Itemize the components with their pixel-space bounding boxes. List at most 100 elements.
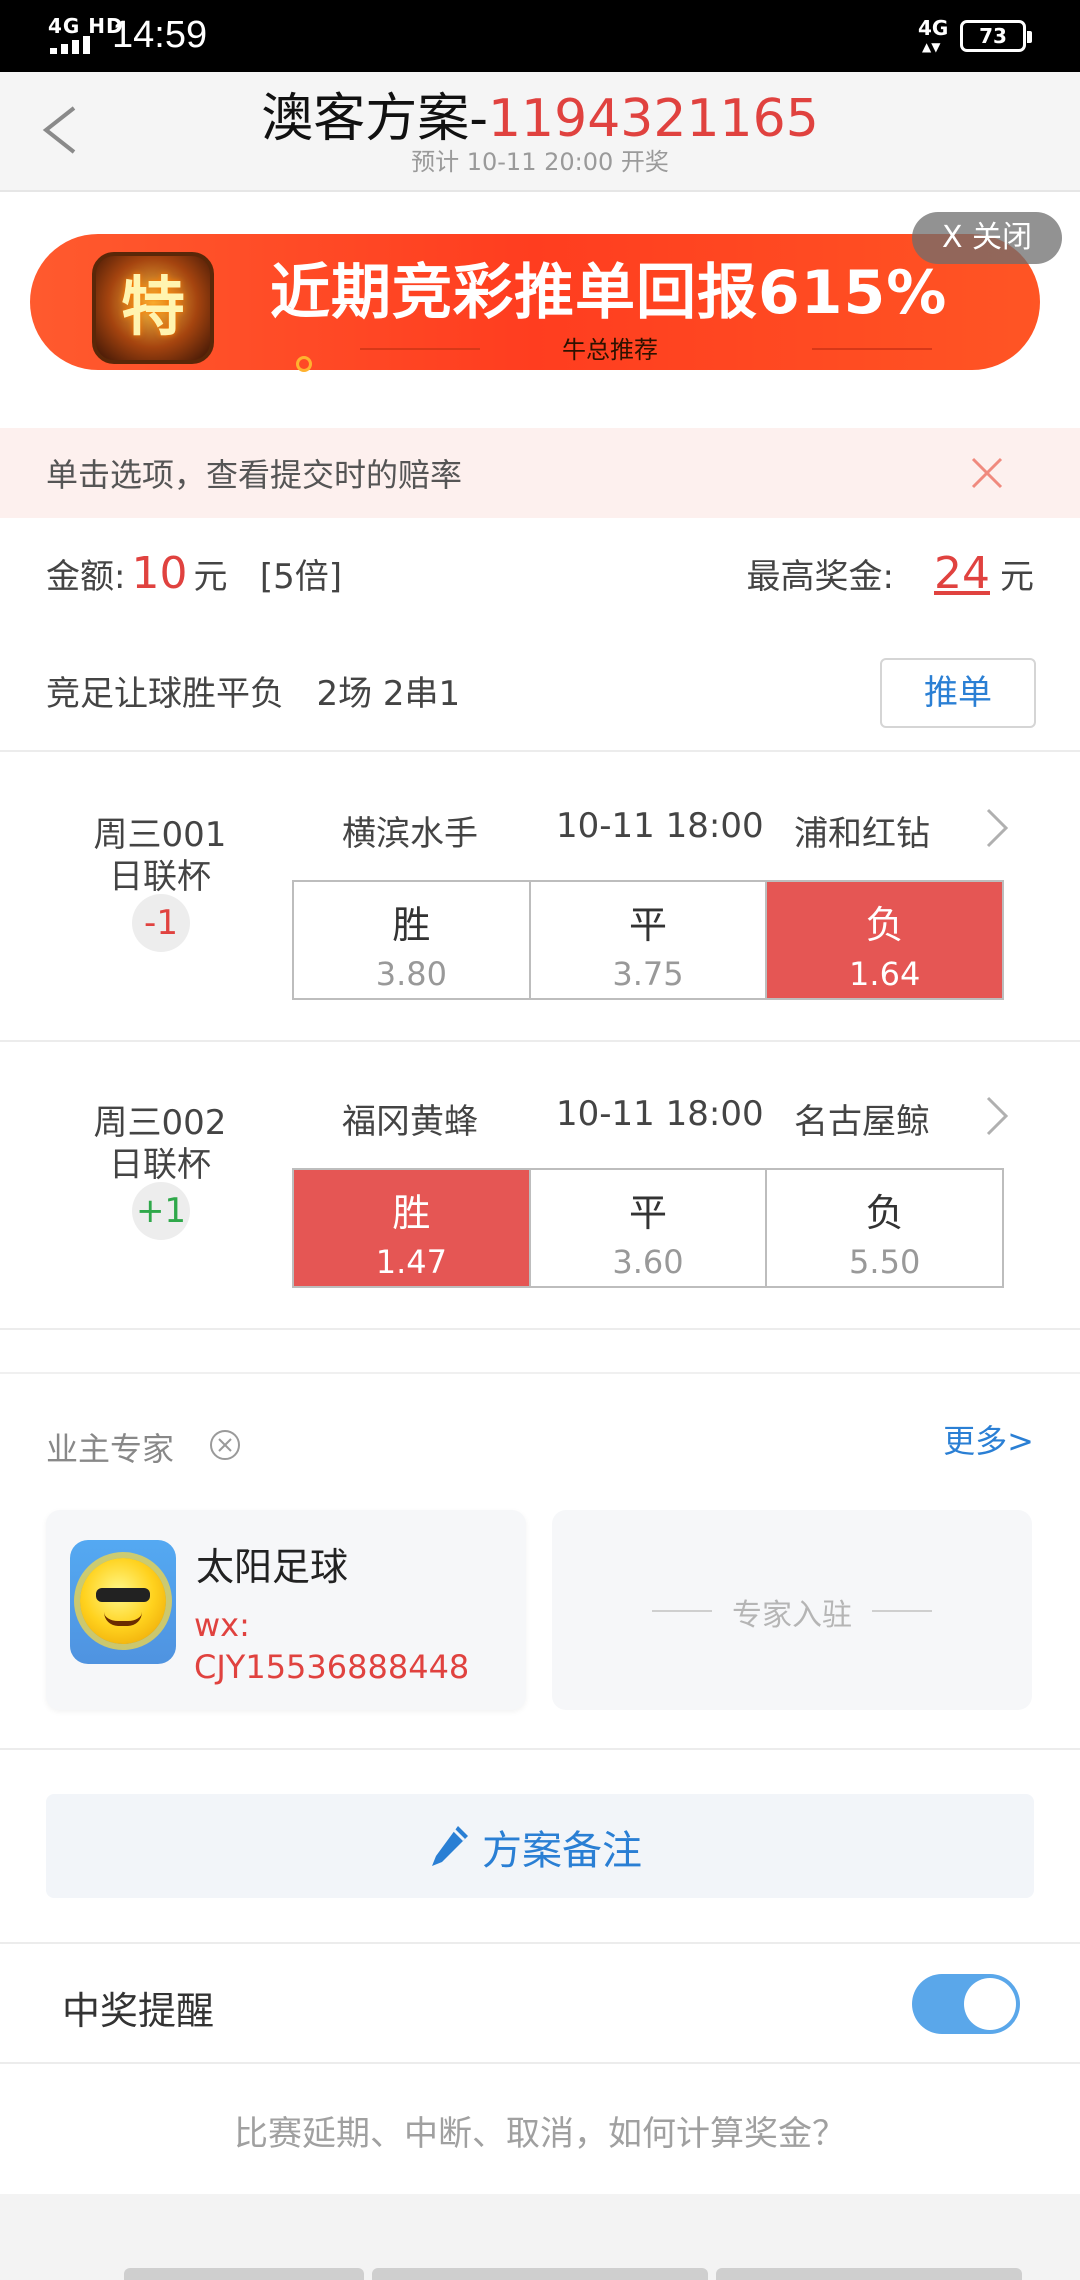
close-icon[interactable] xyxy=(970,456,1004,490)
away-team: 名古屋鲸 xyxy=(794,1102,930,1142)
faq-link[interactable]: 比赛延期、中断、取消，如何计算奖金？ xyxy=(0,2106,1080,2155)
clock: 14:59 xyxy=(112,14,208,56)
match-time: 10-11 18:00 xyxy=(556,1094,764,1134)
match-card: 周三001 日联杯 -1 横滨水手 10-11 18:00 浦和红钻 胜 3.80… xyxy=(0,754,1080,1042)
sunglasses xyxy=(96,1588,150,1602)
option-lose[interactable]: 负 5.50 xyxy=(767,1170,1003,1286)
away-team: 浦和红钻 xyxy=(794,814,930,854)
banner-subtitle: 牛总推荐 xyxy=(562,336,658,364)
signal-icon xyxy=(50,36,96,54)
expert-name: 太阳足球 xyxy=(196,1545,349,1589)
option-win[interactable]: 胜 3.80 xyxy=(294,882,531,998)
option-draw[interactable]: 平 3.75 xyxy=(530,882,768,998)
option-label: 平 xyxy=(629,903,668,947)
title-prefix: 澳客方案- xyxy=(261,89,488,149)
pencil-icon xyxy=(432,1826,468,1866)
odds-options: 胜 3.80 平 3.75 负 1.64 xyxy=(292,880,1004,1000)
win-reminder-toggle[interactable] xyxy=(912,1974,1020,2034)
option-label: 胜 xyxy=(392,1191,431,1235)
play-type-detail: 2场 2串1 xyxy=(316,674,461,714)
top-nav-bar: 澳客方案-1194321165 预计 10-11 20:00 开奖 xyxy=(0,72,1080,192)
page-title: 澳客方案-1194321165 xyxy=(0,76,1080,151)
league-name: 日联杯 xyxy=(109,857,211,897)
close-circle-icon[interactable] xyxy=(208,1428,242,1462)
banner-close-button[interactable]: X 关闭 xyxy=(912,212,1062,264)
amount-row: 金额: 10 元 [5倍] 最高奖金: 24 元 xyxy=(0,518,1080,634)
wx-label: wx: xyxy=(194,1606,250,1644)
option-draw[interactable]: 平 3.60 xyxy=(530,1170,768,1286)
toggle-knob xyxy=(964,1978,1016,2030)
more-experts-link[interactable]: 更多> xyxy=(943,1416,1034,1462)
option-odds: 1.47 xyxy=(375,1243,447,1281)
win-reminder-label: 中奖提醒 xyxy=(62,1989,215,2033)
match-info: 福冈黄蜂 10-11 18:00 名古屋鲸 xyxy=(290,1094,990,1144)
expert-section: 业主专家 更多> 太阳足球 wx: CJY15536888448 专家入驻 xyxy=(0,1376,1080,1750)
option-label: 负 xyxy=(865,1191,904,1235)
remark-section: 方案备注 xyxy=(0,1752,1080,1944)
option-odds: 3.80 xyxy=(375,955,447,993)
play-type-row: 竞足让球胜平负 2场 2串1 推单 xyxy=(0,634,1080,752)
avatar xyxy=(70,1540,176,1664)
tip-bar: 单击选项，查看提交时的赔率 xyxy=(0,428,1080,518)
match-code: 周三002 xyxy=(93,1103,227,1143)
banner-headline: 近期竞彩推单回报615% xyxy=(270,258,948,328)
mobile-data-label: 4G xyxy=(918,16,949,40)
max-prize-label: 最高奖金: xyxy=(746,557,894,597)
chevron-right-icon[interactable] xyxy=(984,806,1010,850)
amount-unit: 元 xyxy=(193,557,228,597)
tip-text: 单击选项，查看提交时的赔率 xyxy=(46,456,463,494)
amount-label: 金额: xyxy=(46,557,126,597)
banner-logo: 特 xyxy=(92,252,214,364)
wx-id: CJY15536888448 xyxy=(194,1648,470,1686)
faq-row: 比赛延期、中断、取消，如何计算奖金？ xyxy=(0,2066,1080,2194)
scheme-id: 1194321165 xyxy=(487,89,819,149)
remark-label: 方案备注 xyxy=(482,1828,642,1874)
sun-avatar-icon xyxy=(80,1558,166,1644)
option-odds: 1.64 xyxy=(849,955,921,993)
match-code: 周三001 xyxy=(93,815,227,855)
home-team: 横滨水手 xyxy=(342,814,478,854)
option-odds: 5.50 xyxy=(849,1243,921,1281)
odds-options: 胜 1.47 平 3.60 负 5.50 xyxy=(292,1168,1004,1288)
handicap-badge: +1 xyxy=(132,1182,190,1240)
banner-decoration xyxy=(296,356,312,372)
expert-join-label: 专家入驻 xyxy=(732,1598,852,1633)
handicap-badge: -1 xyxy=(132,894,190,952)
remark-button[interactable]: 方案备注 xyxy=(46,1794,1034,1898)
section-spacer xyxy=(0,1330,1080,1374)
option-label: 平 xyxy=(629,1191,668,1235)
divider-right xyxy=(872,1610,932,1612)
match-info: 横滨水手 10-11 18:00 浦和红钻 xyxy=(290,806,990,856)
home-team: 福冈黄蜂 xyxy=(342,1102,478,1142)
amount-value: 10 xyxy=(131,548,188,599)
match-time: 10-11 18:00 xyxy=(556,806,764,846)
banner-divider-right xyxy=(812,348,932,350)
option-odds: 3.60 xyxy=(612,1243,684,1281)
max-prize-value[interactable]: 24 xyxy=(934,548,990,599)
play-type: 竞足让球胜平负 2场 2串1 xyxy=(46,666,460,715)
banner-divider-left xyxy=(360,348,480,350)
expert-contact: wx: CJY15536888448 xyxy=(194,1604,469,1688)
max-prize: 最高奖金: 24 元 xyxy=(747,548,1034,599)
match-code-block: 周三002 日联杯 xyxy=(40,1102,280,1186)
option-label: 胜 xyxy=(392,903,431,947)
bottom-area xyxy=(0,2194,1080,2280)
match-card: 周三002 日联杯 +1 福冈黄蜂 10-11 18:00 名古屋鲸 胜 1.47… xyxy=(0,1042,1080,1330)
bet-amount: 金额: 10 元 [5倍] xyxy=(46,548,342,599)
expert-card[interactable]: 太阳足球 wx: CJY15536888448 xyxy=(46,1510,526,1710)
option-win[interactable]: 胜 1.47 xyxy=(294,1170,531,1286)
max-prize-unit: 元 xyxy=(1000,557,1034,597)
option-odds: 3.75 xyxy=(612,955,684,993)
play-type-name: 竞足让球胜平负 xyxy=(46,674,284,714)
draw-time: 预计 10-11 20:00 开奖 xyxy=(411,148,669,176)
bottom-tab-strip xyxy=(372,2268,708,2280)
chevron-right-icon[interactable] xyxy=(984,1094,1010,1138)
option-lose[interactable]: 负 1.64 xyxy=(767,882,1003,998)
win-reminder-row: 中奖提醒 xyxy=(0,1946,1080,2064)
bottom-tab-strip xyxy=(716,2268,1022,2280)
match-code-block: 周三001 日联杯 xyxy=(40,814,280,898)
expert-section-title: 业主专家 xyxy=(46,1430,175,1468)
expert-join-card[interactable]: 专家入驻 xyxy=(552,1510,1032,1710)
push-button[interactable]: 推单 xyxy=(880,658,1036,728)
smile xyxy=(104,1612,142,1626)
